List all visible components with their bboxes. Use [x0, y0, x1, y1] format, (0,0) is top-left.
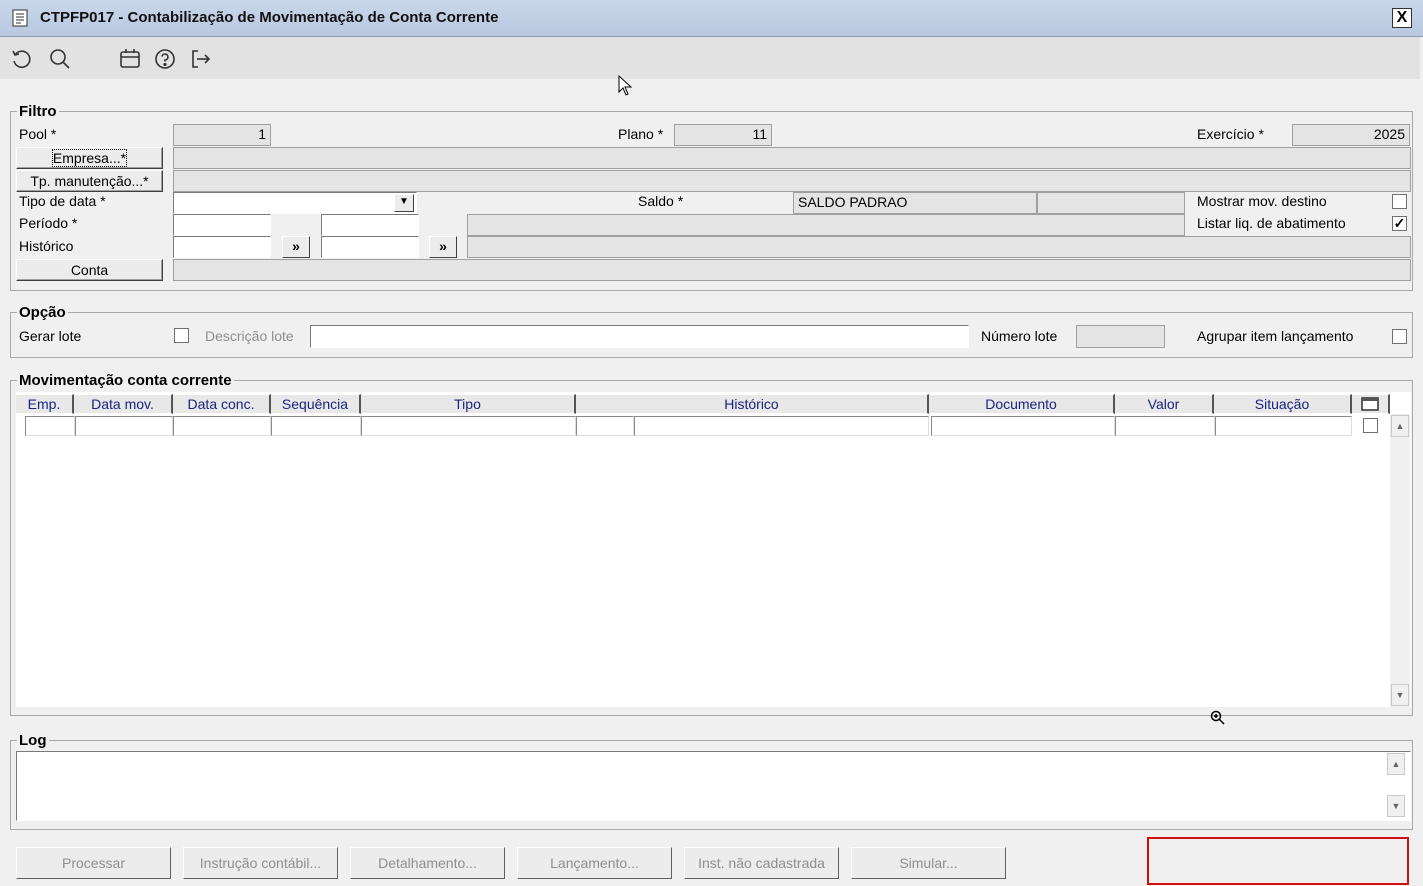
- window-title: CTPFP017 - Contabilização de Movimentaçã…: [40, 9, 499, 26]
- close-button[interactable]: X: [1392, 8, 1412, 28]
- conta-button[interactable]: Conta: [16, 259, 163, 281]
- periodo-end-field[interactable]: [321, 214, 419, 236]
- table-cell[interactable]: [931, 416, 1115, 436]
- listar-liq-abatimento-checkbox[interactable]: ✓: [1392, 216, 1407, 231]
- saldo-field[interactable]: SALDO PADRAO: [793, 192, 1037, 214]
- empresa-button[interactable]: Empresa...*: [16, 147, 163, 169]
- periodo-start-field[interactable]: [173, 214, 271, 236]
- historico-info-field: [467, 236, 1411, 258]
- mouse-cursor-icon: [618, 74, 634, 100]
- table-cell[interactable]: [1115, 416, 1215, 436]
- column-header-sequencia[interactable]: Sequência: [271, 394, 361, 414]
- agrupar-item-lancamento-label: Agrupar item lançamento: [1197, 328, 1354, 344]
- tipo-data-select[interactable]: [173, 192, 417, 214]
- status-indicator-box: [1147, 837, 1409, 885]
- tp-manutencao-button-label: Tp. manutenção...*: [30, 173, 149, 189]
- listar-liq-abatimento-label: Listar liq. de abatimento: [1197, 215, 1346, 231]
- grid-scrollbar[interactable]: [1390, 414, 1410, 707]
- historico-start-lookup-button[interactable]: »: [282, 236, 310, 258]
- exercicio-label: Exercício *: [1197, 126, 1264, 142]
- help-icon[interactable]: [153, 47, 177, 71]
- movimentacao-grid: [16, 392, 1411, 707]
- select-all-icon: [1361, 397, 1379, 411]
- mostrar-mov-destino-label: Mostrar mov. destino: [1197, 193, 1327, 209]
- log-scroll-down-icon[interactable]: ▼: [1387, 795, 1405, 817]
- numero-lote-label: Número lote: [981, 328, 1058, 344]
- search-icon[interactable]: [48, 47, 72, 71]
- tipo-data-label: Tipo de data *: [19, 193, 106, 209]
- column-header-tipo[interactable]: Tipo: [361, 394, 576, 414]
- empresa-button-label: Empresa...*: [51, 149, 128, 167]
- empresa-description-field: [173, 147, 1411, 169]
- instrucao-contabil-button[interactable]: Instrução contábil...: [183, 847, 338, 879]
- log-scroll-up-icon[interactable]: ▲: [1387, 753, 1405, 775]
- table-cell[interactable]: [25, 416, 75, 436]
- movimentacao-legend: Movimentação conta corrente: [17, 372, 234, 389]
- gerar-lote-label: Gerar lote: [19, 328, 82, 344]
- table-cell[interactable]: [1215, 416, 1352, 436]
- gerar-lote-checkbox[interactable]: [174, 328, 189, 343]
- agrupar-item-lancamento-checkbox[interactable]: [1392, 329, 1407, 344]
- processar-button[interactable]: Processar: [16, 847, 171, 879]
- simular-button[interactable]: Simular...: [851, 847, 1006, 879]
- table-cell[interactable]: [634, 416, 929, 436]
- mostrar-mov-destino-checkbox[interactable]: [1392, 194, 1407, 209]
- column-header-select-all[interactable]: [1352, 394, 1390, 414]
- table-cell[interactable]: [361, 416, 576, 436]
- exit-icon[interactable]: [188, 47, 212, 71]
- pool-label: Pool *: [19, 126, 57, 142]
- undo-icon[interactable]: [10, 47, 34, 71]
- table-cell[interactable]: [271, 416, 361, 436]
- table-cell[interactable]: [75, 416, 173, 436]
- historico-end-field[interactable]: [321, 236, 419, 258]
- column-header-valor[interactable]: Valor: [1115, 394, 1214, 414]
- opcao-legend: Opção: [17, 304, 68, 321]
- pool-field[interactable]: 1: [173, 124, 271, 146]
- table-cell[interactable]: [173, 416, 271, 436]
- tp-manutencao-description-field: [173, 170, 1411, 192]
- descricao-lote-label: Descrição lote: [205, 328, 294, 344]
- historico-start-field[interactable]: [173, 236, 271, 258]
- row-select-checkbox[interactable]: [1363, 418, 1378, 433]
- column-header-historico[interactable]: Histórico: [576, 394, 929, 414]
- periodo-info-field: [467, 214, 1185, 236]
- log-legend: Log: [17, 732, 49, 749]
- column-header-emp[interactable]: Emp.: [16, 394, 74, 414]
- zoom-cursor-icon: [1210, 710, 1226, 729]
- lancamento-button[interactable]: Lançamento...: [517, 847, 672, 879]
- calendar-icon[interactable]: [118, 47, 142, 71]
- scroll-down-icon[interactable]: ▼: [1391, 684, 1409, 706]
- plano-field[interactable]: 11: [674, 124, 772, 146]
- column-header-situacao[interactable]: Situação: [1214, 394, 1352, 414]
- detalhamento-button[interactable]: Detalhamento...: [350, 847, 505, 879]
- column-header-data-mov[interactable]: Data mov.: [74, 394, 173, 414]
- document-icon: [12, 9, 28, 27]
- scroll-up-icon[interactable]: ▲: [1391, 415, 1409, 437]
- toolbar: [0, 37, 1420, 79]
- conta-description-field: [173, 259, 1411, 281]
- table-cell[interactable]: [576, 416, 634, 436]
- saldo-label: Saldo *: [638, 193, 684, 209]
- inst-nao-cadastrada-button[interactable]: Inst. não cadastrada: [684, 847, 839, 879]
- historico-label: Histórico: [19, 238, 74, 254]
- log-textarea[interactable]: [16, 751, 1411, 821]
- numero-lote-field[interactable]: [1076, 325, 1165, 348]
- historico-end-lookup-button[interactable]: »: [429, 236, 457, 258]
- column-header-data-conc[interactable]: Data conc.: [173, 394, 271, 414]
- saldo-description-field: [1037, 192, 1185, 214]
- filtro-legend: Filtro: [17, 103, 59, 120]
- descricao-lote-field[interactable]: [310, 325, 969, 348]
- exercicio-field[interactable]: 2025: [1292, 124, 1410, 146]
- plano-label: Plano *: [618, 126, 664, 142]
- column-header-documento[interactable]: Documento: [929, 394, 1115, 414]
- chevron-down-icon[interactable]: ▼: [394, 194, 414, 212]
- periodo-label: Período *: [19, 215, 78, 231]
- tp-manutencao-button[interactable]: Tp. manutenção...*: [16, 170, 163, 192]
